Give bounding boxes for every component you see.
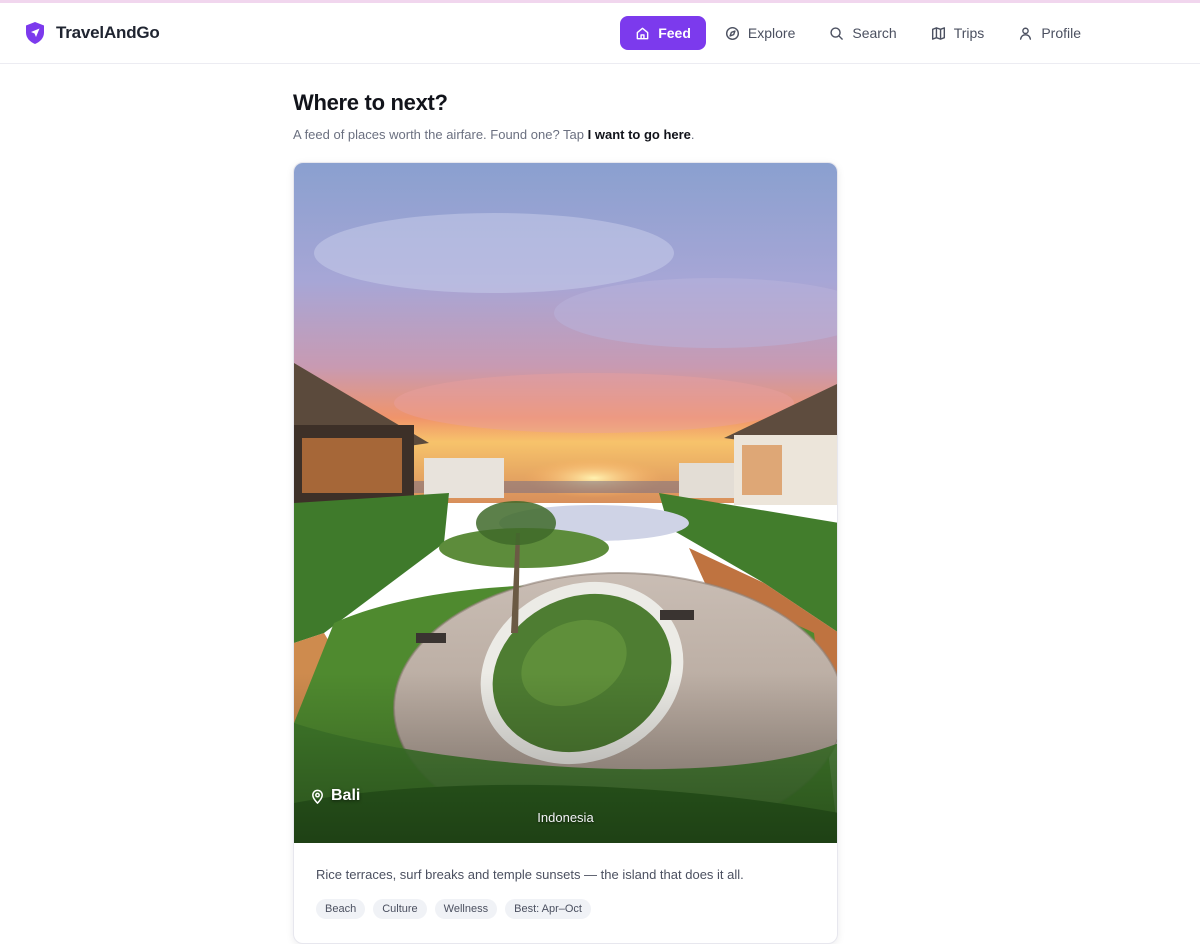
nav-item-label: Profile bbox=[1041, 25, 1081, 41]
map-icon bbox=[931, 26, 945, 40]
nav-item-label: Search bbox=[852, 25, 897, 41]
home-icon bbox=[636, 27, 649, 39]
tag-list: Beach Culture Wellness Best: Apr–Oct bbox=[316, 899, 815, 919]
nav-item-feed[interactable]: Feed bbox=[620, 16, 706, 50]
nav-item-trips[interactable]: Trips bbox=[916, 16, 1000, 50]
page-subtitle: A feed of places worth the airfare. Foun… bbox=[293, 127, 838, 142]
feed-main: Where to next? A feed of places worth th… bbox=[293, 64, 838, 944]
tag-chip[interactable]: Beach bbox=[316, 899, 366, 919]
brand-logo-icon bbox=[26, 22, 44, 44]
nav-item-profile[interactable]: Profile bbox=[1003, 16, 1096, 50]
card-body: Rice terraces, surf breaks and temple su… bbox=[294, 843, 837, 943]
tag-chip[interactable]: Wellness bbox=[434, 899, 498, 919]
subtitle-action-text: I want to go here bbox=[587, 127, 691, 142]
subtitle-suffix: . bbox=[690, 127, 695, 142]
nav-item-label: Trips bbox=[953, 25, 985, 41]
destination-description: Rice terraces, surf breaks and temple su… bbox=[316, 867, 744, 882]
brand-name: TravelAndGo bbox=[56, 23, 160, 42]
destination-card[interactable]: Bali Indonesia Rice terraces, surf break… bbox=[293, 162, 838, 944]
nav-item-search[interactable]: Search bbox=[814, 16, 911, 50]
map-pin-icon bbox=[312, 789, 323, 804]
nav-item-label: Feed bbox=[658, 25, 691, 41]
brand[interactable]: TravelAndGo bbox=[24, 21, 160, 45]
place-country: Indonesia bbox=[537, 810, 594, 825]
subtitle-text: A feed of places worth the airfare. Foun… bbox=[293, 127, 588, 142]
place-name: Bali bbox=[331, 787, 361, 804]
top-navbar: TravelAndGo Feed Explore Search Trips Pr… bbox=[0, 3, 1200, 64]
page-title: Where to next? bbox=[293, 90, 448, 115]
tag-chip[interactable]: Culture bbox=[373, 899, 427, 919]
nav-item-label: Explore bbox=[747, 25, 796, 41]
place-tag: Bali bbox=[310, 787, 360, 805]
compass-icon bbox=[725, 26, 739, 40]
main-nav: Feed Explore Search Trips Profile bbox=[620, 16, 1096, 50]
destination-image bbox=[294, 163, 837, 843]
nav-item-explore[interactable]: Explore bbox=[710, 16, 810, 50]
tag-chip[interactable]: Best: Apr–Oct bbox=[505, 899, 591, 919]
destination-photo[interactable]: Bali Indonesia bbox=[294, 163, 837, 843]
user-icon bbox=[1020, 27, 1032, 40]
search-icon bbox=[830, 26, 844, 40]
